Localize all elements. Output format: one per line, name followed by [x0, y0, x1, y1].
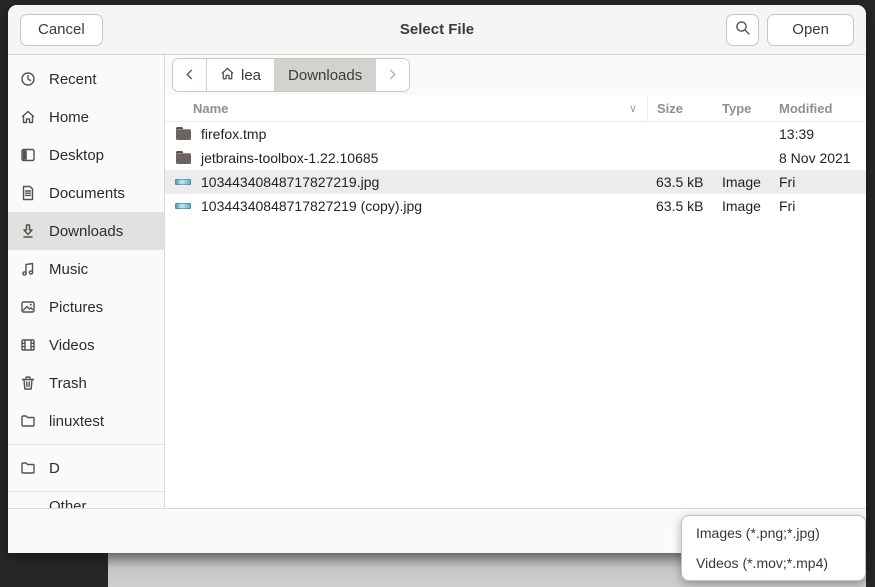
sidebar-item-linuxtest[interactable]: linuxtest — [8, 402, 164, 440]
sidebar-item-label: Other Locations — [49, 498, 152, 508]
file-modified: 13:39 — [770, 126, 866, 142]
pathbar: lea Downloads — [172, 58, 410, 92]
table-row[interactable]: jetbrains-toolbox-1.22.10685 8 Nov 2021 — [165, 146, 866, 170]
sidebar-separator — [8, 444, 164, 445]
music-icon — [20, 261, 36, 277]
folder-icon — [20, 460, 36, 476]
forward-button[interactable] — [376, 59, 409, 91]
file-size: 63.5 kB — [647, 198, 713, 214]
downloads-icon — [20, 223, 36, 239]
file-filter-popup: Images (*.png;*.jpg) Videos (*.mov;*.mp4… — [681, 515, 866, 581]
file-modified: Fri — [770, 198, 866, 214]
sidebar-separator — [8, 491, 164, 492]
file-type: Image — [713, 174, 770, 190]
sidebar-item-trash[interactable]: Trash — [8, 364, 164, 402]
sidebar-item-label: Pictures — [49, 299, 103, 316]
column-header-size[interactable]: Size — [647, 95, 713, 121]
sidebar-item-label: Trash — [49, 375, 87, 392]
headerbar: Select File Cancel Open — [8, 5, 866, 55]
file-name: 10344340848717827219.jpg — [201, 174, 379, 190]
pathbar-home-button[interactable]: lea — [207, 59, 275, 91]
dialog-content: Recent Home Desktop Documents Downloads … — [8, 55, 866, 508]
file-type: Image — [713, 198, 770, 214]
column-header-name[interactable]: Name ∨ — [165, 101, 647, 116]
file-modified: 8 Nov 2021 — [770, 150, 866, 166]
column-headers: Name ∨ Size Type Modified — [165, 95, 866, 122]
home-icon — [220, 66, 235, 85]
filter-option-videos[interactable]: Videos (*.mov;*.mp4) — [682, 548, 865, 578]
trash-icon — [20, 375, 36, 391]
file-size: 63.5 kB — [647, 174, 713, 190]
image-thumbnail-icon — [175, 198, 192, 214]
home-icon — [20, 109, 36, 125]
file-list: Name ∨ Size Type Modified firefox.tmp 13… — [165, 95, 866, 508]
image-thumbnail-icon — [175, 174, 192, 190]
column-header-type[interactable]: Type — [713, 95, 770, 121]
chevron-left-icon — [184, 67, 195, 84]
magnifier-icon — [735, 20, 751, 40]
desktop-icon — [20, 147, 36, 163]
sidebar-item-pictures[interactable]: Pictures — [8, 288, 164, 326]
documents-icon — [20, 185, 36, 201]
file-name: 10344340848717827219 (copy).jpg — [201, 198, 422, 214]
main-pane: lea Downloads Name ∨ Size Type — [165, 55, 866, 508]
sort-chevron-down-icon: ∨ — [629, 102, 637, 115]
sidebar-item-documents[interactable]: Documents — [8, 174, 164, 212]
sidebar-item-label: Recent — [49, 71, 97, 88]
folder-icon — [175, 126, 192, 142]
open-button[interactable]: Open — [767, 14, 854, 46]
pictures-icon — [20, 299, 36, 315]
pathbar-current-button[interactable]: Downloads — [275, 59, 376, 91]
sidebar-item-label: Desktop — [49, 147, 104, 164]
file-chooser-dialog: Select File Cancel Open Recent Home Desk… — [8, 5, 866, 553]
back-button[interactable] — [173, 59, 207, 91]
sidebar-item-label: Videos — [49, 337, 95, 354]
chevron-right-icon — [387, 67, 398, 84]
other-locations-icon — [20, 507, 36, 508]
file-name: firefox.tmp — [201, 126, 266, 142]
sidebar-item-label: D — [49, 460, 60, 477]
filter-option-images[interactable]: Images (*.png;*.jpg) — [682, 518, 865, 548]
column-header-modified[interactable]: Modified — [770, 95, 866, 121]
sidebar-item-videos[interactable]: Videos — [8, 326, 164, 364]
sidebar-item-label: linuxtest — [49, 413, 104, 430]
folder-icon — [175, 150, 192, 166]
sidebar-item-music[interactable]: Music — [8, 250, 164, 288]
pathbar-home-label: lea — [241, 67, 261, 84]
sidebar-item-desktop[interactable]: Desktop — [8, 136, 164, 174]
table-row[interactable]: 10344340848717827219 (copy).jpg 63.5 kB … — [165, 194, 866, 218]
places-sidebar: Recent Home Desktop Documents Downloads … — [8, 55, 165, 508]
file-name: jetbrains-toolbox-1.22.10685 — [201, 150, 378, 166]
sidebar-item-recent[interactable]: Recent — [8, 60, 164, 98]
sidebar-item-other-locations[interactable]: Other Locations — [8, 496, 164, 508]
pathbar-strip: lea Downloads — [165, 55, 866, 95]
sidebar-item-label: Downloads — [49, 223, 123, 240]
sidebar-item-d[interactable]: D — [8, 449, 164, 487]
sidebar-item-label: Home — [49, 109, 89, 126]
sidebar-item-downloads[interactable]: Downloads — [8, 212, 164, 250]
sidebar-item-home[interactable]: Home — [8, 98, 164, 136]
table-row-selected[interactable]: 10344340848717827219.jpg 63.5 kB Image F… — [165, 170, 866, 194]
search-button[interactable] — [726, 14, 759, 46]
sidebar-item-label: Music — [49, 261, 88, 278]
videos-icon — [20, 337, 36, 353]
folder-icon — [20, 413, 36, 429]
table-row[interactable]: firefox.tmp 13:39 — [165, 122, 866, 146]
sidebar-item-label: Documents — [49, 185, 125, 202]
file-modified: Fri — [770, 174, 866, 190]
recent-clock-icon — [20, 71, 36, 87]
cancel-button[interactable]: Cancel — [20, 14, 103, 46]
